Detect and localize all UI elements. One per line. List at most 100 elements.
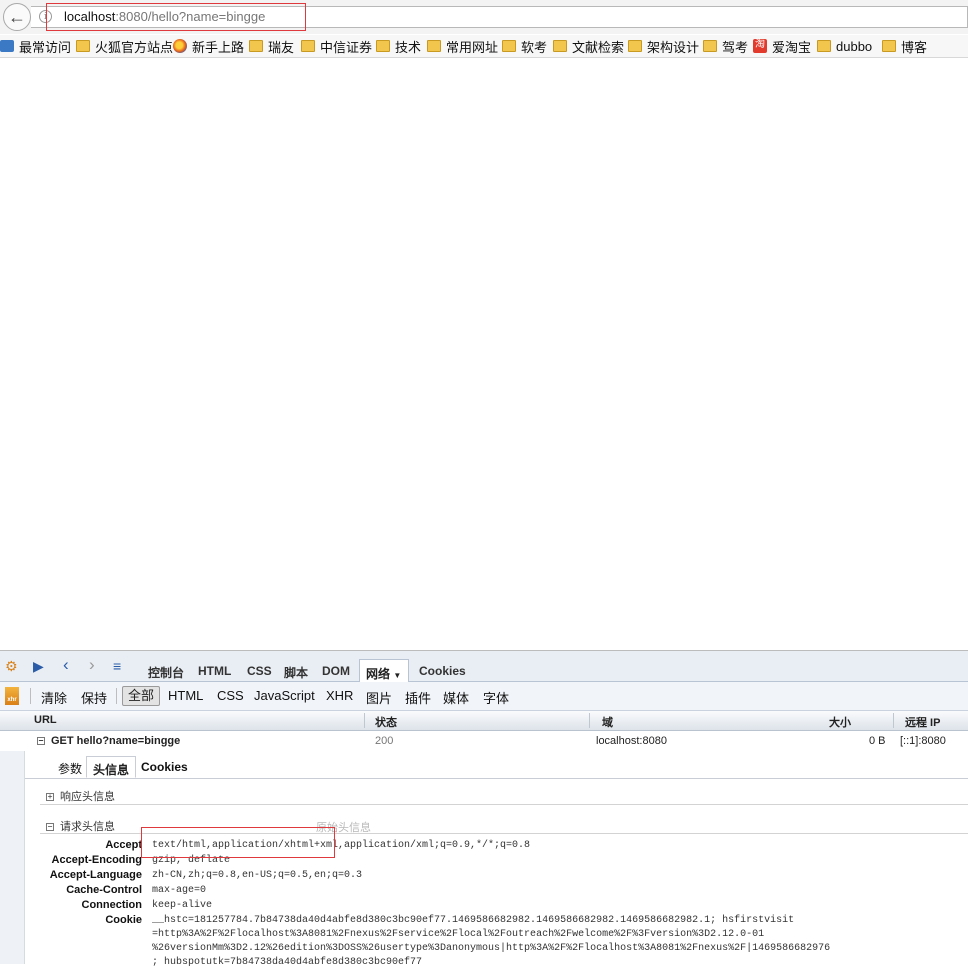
bookmark-citic[interactable]: 中信证券 bbox=[301, 38, 372, 55]
header-value-continuation: =http%3A%2F%2Flocalhost%3A8081%2Fnexus%2… bbox=[152, 929, 765, 940]
chevron-right-icon[interactable]: › bbox=[89, 656, 95, 673]
request-row[interactable]: − GET hello?name=bingge 200 localhost:808… bbox=[0, 731, 968, 751]
request-detail-tabs: 参数 头信息 Cookies bbox=[25, 756, 968, 779]
header-key: Connection bbox=[81, 899, 143, 911]
request-url[interactable]: − GET hello?name=bingge bbox=[37, 735, 180, 747]
filter-images-button[interactable]: 图片 bbox=[366, 688, 392, 707]
column-divider[interactable] bbox=[893, 713, 894, 728]
bookmark-getting-started[interactable]: 新手上路 bbox=[173, 38, 244, 55]
tab-console[interactable]: 控制台 bbox=[148, 664, 184, 681]
folder-icon bbox=[249, 40, 263, 52]
back-button[interactable]: ← bbox=[3, 3, 31, 31]
page-content bbox=[0, 58, 968, 650]
request-table-header: URL 状态 域 大小 远程 IP bbox=[0, 711, 968, 731]
header-key: Accept bbox=[105, 839, 142, 851]
clear-button[interactable]: 清除 bbox=[41, 688, 67, 707]
section-divider bbox=[40, 804, 968, 805]
expand-icon[interactable]: + bbox=[46, 793, 54, 802]
request-status: 200 bbox=[375, 735, 394, 747]
folder-icon bbox=[628, 40, 642, 52]
devtools-panel: ⚙ ▶ ‹ › ≡ 控制台 HTML CSS 脚本 DOM 网络 ▼ Cooki… bbox=[0, 650, 968, 968]
firefox-icon bbox=[173, 39, 187, 53]
bookmark-literature[interactable]: 文献检索 bbox=[553, 38, 624, 55]
tab-css[interactable]: CSS bbox=[247, 664, 272, 681]
request-size: 0 B bbox=[869, 735, 886, 747]
filter-all-button[interactable]: 全部 bbox=[122, 686, 161, 706]
persist-button[interactable]: 保持 bbox=[81, 688, 107, 707]
column-status[interactable]: 状态 bbox=[375, 714, 397, 730]
filter-fonts-button[interactable]: 字体 bbox=[483, 688, 509, 707]
chevron-down-icon: ▼ bbox=[393, 671, 402, 680]
folder-icon bbox=[553, 40, 567, 52]
tab-script[interactable]: 脚本 bbox=[284, 664, 308, 681]
tab-cookies[interactable]: Cookies bbox=[419, 664, 466, 681]
folder-icon bbox=[817, 40, 831, 52]
folder-icon bbox=[76, 40, 90, 52]
chevron-left-icon[interactable]: ‹ bbox=[63, 656, 69, 673]
bookmarks-toolbar: 最常访问 火狐官方站点 新手上路 瑞友 中信证券 技术 常用网址 软考 文献检索… bbox=[0, 35, 968, 58]
tab-params[interactable]: 参数 bbox=[58, 760, 82, 777]
column-domain[interactable]: 域 bbox=[602, 714, 613, 730]
request-domain: localhost:8080 bbox=[596, 735, 667, 747]
tab-headers[interactable]: 头信息 bbox=[86, 756, 137, 778]
folder-icon bbox=[502, 40, 516, 52]
request-remote-ip: [::1]:8080 bbox=[900, 735, 946, 747]
bookmark-taobao[interactable]: 淘爱淘宝 bbox=[753, 38, 811, 55]
filter-xhr-button[interactable]: XHR bbox=[326, 688, 353, 703]
tab-dom[interactable]: DOM bbox=[322, 664, 350, 681]
tab-network[interactable]: 网络 ▼ bbox=[359, 659, 409, 682]
tab-request-cookies[interactable]: Cookies bbox=[141, 760, 188, 774]
column-remote-ip[interactable]: 远程 IP bbox=[905, 714, 940, 730]
header-key: Cookie bbox=[105, 914, 142, 926]
response-headers-section[interactable]: + 响应头信息 bbox=[46, 788, 115, 804]
column-divider[interactable] bbox=[589, 713, 590, 728]
bookmark-driving-test[interactable]: 驾考 bbox=[703, 38, 748, 55]
header-key: Accept-Encoding bbox=[51, 854, 142, 866]
bookmark-dubbo[interactable]: dubbo bbox=[817, 38, 872, 54]
bookmark-tech[interactable]: 技术 bbox=[376, 38, 421, 55]
filter-html-button[interactable]: HTML bbox=[168, 688, 203, 703]
header-key: Cache-Control bbox=[66, 884, 142, 896]
filter-media-button[interactable]: 媒体 bbox=[443, 688, 469, 707]
folder-icon bbox=[703, 40, 717, 52]
navigation-toolbar: ← i localhost:8080/hello?name=bingge bbox=[0, 0, 968, 34]
tab-html[interactable]: HTML bbox=[198, 664, 231, 681]
filter-javascript-button[interactable]: JavaScript bbox=[254, 688, 315, 703]
column-divider[interactable] bbox=[364, 713, 365, 728]
collapse-icon[interactable]: − bbox=[37, 737, 45, 746]
toolbar-divider bbox=[116, 688, 117, 704]
devtools-tab-bar: ⚙ ▶ ‹ › ≡ 控制台 HTML CSS 脚本 DOM 网络 ▼ Cooki… bbox=[0, 651, 968, 682]
inspect-icon[interactable]: ▶ bbox=[33, 659, 44, 673]
column-size[interactable]: 大小 bbox=[829, 714, 851, 730]
command-line-icon[interactable]: ≡ bbox=[113, 659, 121, 673]
column-url[interactable]: URL bbox=[34, 714, 57, 726]
bookmark-ruankao[interactable]: 软考 bbox=[502, 38, 547, 55]
header-value: max-age=0 bbox=[152, 885, 207, 896]
bookmark-common-sites[interactable]: 常用网址 bbox=[427, 38, 498, 55]
bookmark-architecture[interactable]: 架构设计 bbox=[628, 38, 699, 55]
request-detail-gutter bbox=[0, 751, 25, 964]
folder-icon bbox=[427, 40, 441, 52]
header-value: zh-CN,zh;q=0.8,en-US;q=0.5,en;q=0.3 bbox=[152, 870, 363, 881]
network-toolbar: xhr 清除 保持 全部 HTML CSS JavaScript XHR 图片 … bbox=[0, 682, 968, 711]
bookmark-blog[interactable]: 博客 bbox=[882, 38, 927, 55]
folder-icon bbox=[376, 40, 390, 52]
folder-icon bbox=[301, 40, 315, 52]
header-value: __hstc=181257784.7b84738da40d4abfe8d380c… bbox=[152, 915, 795, 926]
bookmark-ruiyou[interactable]: 瑞友 bbox=[249, 38, 294, 55]
bookmark-firefox-site[interactable]: 火狐官方站点 bbox=[76, 38, 173, 55]
bookmark-most-visited[interactable]: 最常访问 bbox=[0, 38, 71, 55]
folder-icon bbox=[882, 40, 896, 52]
header-key: Accept-Language bbox=[49, 869, 142, 881]
back-arrow-icon: ← bbox=[8, 7, 26, 27]
accept-highlight-box bbox=[141, 827, 335, 858]
filter-plugins-button[interactable]: 插件 bbox=[405, 688, 431, 707]
filter-css-button[interactable]: CSS bbox=[217, 688, 244, 703]
search-icon bbox=[0, 40, 14, 52]
xhr-icon[interactable]: xhr bbox=[5, 687, 19, 705]
firebug-icon[interactable]: ⚙ bbox=[5, 659, 18, 673]
request-headers-section[interactable]: − 请求头信息 bbox=[46, 818, 115, 834]
toolbar-divider bbox=[30, 688, 31, 704]
collapse-icon[interactable]: − bbox=[46, 823, 54, 832]
url-highlight-box bbox=[46, 3, 306, 31]
